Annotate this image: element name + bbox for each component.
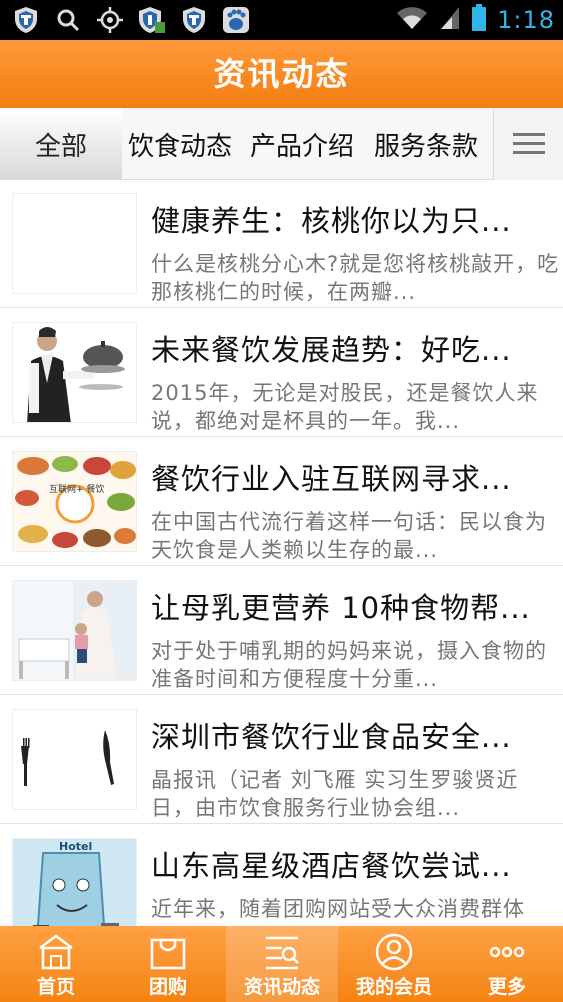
nav-group-buy[interactable]: 团购 <box>112 926 224 1002</box>
nav-label: 资讯动态 <box>243 976 320 998</box>
article-summary: 什么是核桃分心木?就是您将核桃敲开，吃那核桃仁的时候，在两瓣... <box>151 252 560 304</box>
article-title: 深圳市餐饮行业食品安全... <box>151 720 512 754</box>
nav-label: 我的会员 <box>355 976 432 998</box>
image-caption: 互联网+ 餐饮 <box>49 483 104 495</box>
list-item[interactable]: 未来餐饮发展趋势：好吃... 2015年，无论是对股民，还是餐饮人来说，都绝对是… <box>0 309 563 437</box>
menu-icon[interactable] <box>493 108 563 180</box>
title-bar: 资讯动态 <box>0 40 563 108</box>
nav-news[interactable]: 资讯动态 <box>226 926 338 1002</box>
news-icon <box>262 932 302 972</box>
more-icon <box>487 932 527 972</box>
tab-label: 服务条款 <box>374 131 479 162</box>
nav-label: 首页 <box>36 976 75 998</box>
article-title: 山东高星级酒店餐饮尝试... <box>151 849 512 883</box>
article-summary: 近年来，随着团购网站受大众消费群体 <box>151 897 525 921</box>
article-thumbnail <box>12 193 137 294</box>
tab-label: 产品介绍 <box>250 131 355 162</box>
shield-app-icon <box>136 4 168 36</box>
baidu-icon <box>220 4 252 36</box>
article-summary: 对于处于哺乳期的妈妈来说，摄入食物的准备时间和方便程度十分重... <box>151 639 547 691</box>
image-caption: Hotel <box>59 840 92 853</box>
list-item[interactable]: 让母乳更营养 10种食物帮... 对于处于哺乳期的妈妈来说，摄入食物的准备时间和… <box>0 567 563 695</box>
article-thumbnail <box>12 709 137 810</box>
bottom-nav: 首页 团购 资讯动态 我的会员 更多 <box>0 926 563 1002</box>
article-thumbnail: 互联网+ 餐饮 <box>12 451 137 552</box>
article-title: 让母乳更营养 10种食物帮... <box>151 591 531 625</box>
signal-icon <box>439 5 461 35</box>
article-summary: 在中国古代流行着这样一句话：民以食为天饮食是人类赖以生存的最... <box>151 510 547 562</box>
gps-icon <box>94 4 126 36</box>
article-thumbnail <box>12 322 137 423</box>
tab-label: 全部 <box>34 131 87 162</box>
nav-home[interactable]: 首页 <box>0 926 112 1002</box>
page-title: 资讯动态 <box>213 55 350 93</box>
battery-icon <box>471 4 487 36</box>
shopping-bag-icon <box>148 932 188 972</box>
nav-label: 团购 <box>148 976 187 998</box>
status-bar: 1:18 <box>0 0 563 40</box>
wifi-icon <box>395 5 429 35</box>
nav-more[interactable]: 更多 <box>451 926 563 1002</box>
list-item[interactable]: 深圳市餐饮行业食品安全... 晶报讯（记者 刘飞雁 实习生罗骏贤近日，由市饮食服… <box>0 696 563 824</box>
article-thumbnail: Hotel <box>12 838 137 926</box>
category-tabs: 全部 饮食动态 产品介绍 服务条款 <box>0 108 563 180</box>
tab-label: 饮食动态 <box>128 131 233 162</box>
article-list: 健康养生：核桃你以为只... 什么是核桃分心木?就是您将核桃敲开，吃那核桃仁的时… <box>0 180 563 926</box>
article-thumbnail <box>12 580 137 681</box>
article-summary: 2015年，无论是对股民，还是餐饮人来说，都绝对是杯具的一年。我... <box>151 381 539 433</box>
search-icon <box>52 4 84 36</box>
nav-label: 更多 <box>487 976 526 998</box>
article-title: 健康养生：核桃你以为只... <box>151 204 512 238</box>
nav-member[interactable]: 我的会员 <box>338 926 450 1002</box>
article-title: 未来餐饮发展趋势：好吃... <box>151 333 512 367</box>
tab-diet-news[interactable]: 饮食动态 <box>128 108 232 180</box>
tab-service-terms[interactable]: 服务条款 <box>374 108 478 180</box>
status-time: 1:18 <box>497 6 555 34</box>
tab-products[interactable]: 产品介绍 <box>250 108 354 180</box>
shield-icon <box>10 4 42 36</box>
list-item[interactable]: 互联网+ 餐饮 餐饮行业入驻互联网寻求... 在中国古代流行着这样一句话：民以食… <box>0 438 563 566</box>
home-icon <box>36 932 76 972</box>
tab-all[interactable]: 全部 <box>0 108 122 180</box>
article-summary: 晶报讯（记者 刘飞雁 实习生罗骏贤近日，由市饮食服务行业协会组... <box>151 768 519 820</box>
article-title: 餐饮行业入驻互联网寻求... <box>151 462 512 496</box>
list-item[interactable]: 健康养生：核桃你以为只... 什么是核桃分心木?就是您将核桃敲开，吃那核桃仁的时… <box>0 180 563 308</box>
shield-icon <box>178 4 210 36</box>
member-icon <box>374 932 414 972</box>
list-item[interactable]: Hotel 山东高星级酒店餐饮尝试... 近年来，随着团购网站受大众消费群体 <box>0 825 563 926</box>
